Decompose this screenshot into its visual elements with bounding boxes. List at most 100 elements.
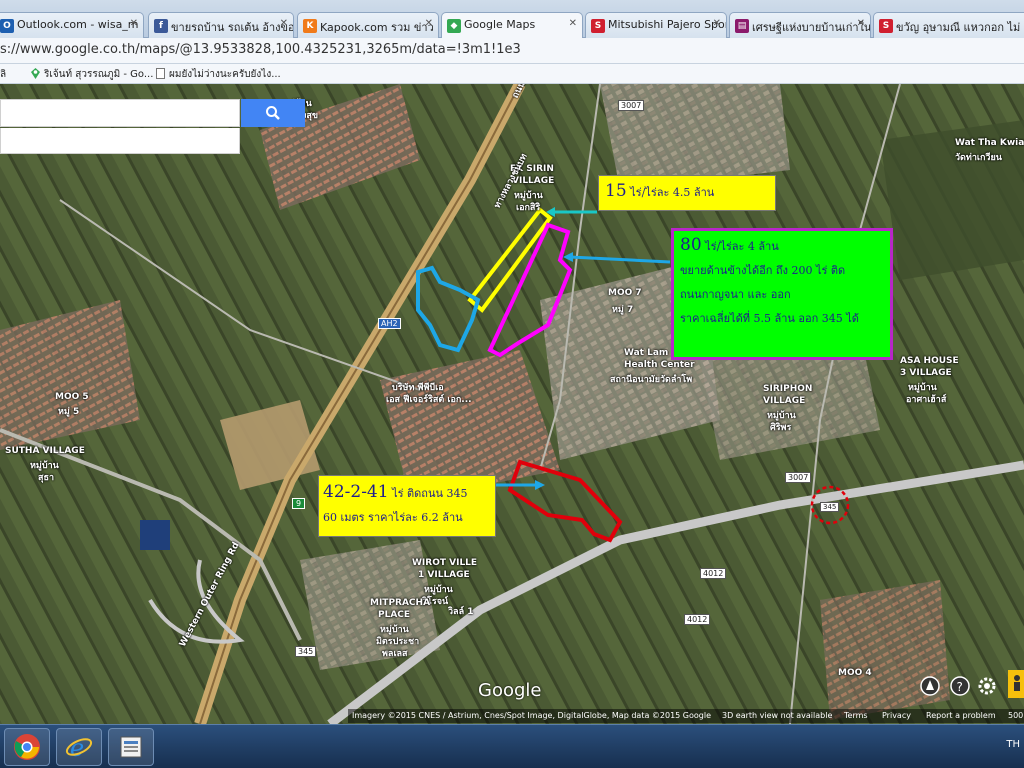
- map-label: พลเลส: [382, 649, 408, 659]
- note-line: ขยายด้านข้างได้อีก ถึง 200 ไร่ ติด: [680, 264, 846, 277]
- chrome-icon: [14, 734, 40, 760]
- tab-label: Outlook.com - wisa_m: [17, 18, 139, 31]
- scale-label: 500: [1008, 711, 1024, 720]
- map-label: WIROT VILLE: [412, 558, 478, 568]
- map-label: SUTHA VILLAGE: [5, 446, 85, 456]
- map-label: Wat Tha Kwian: [955, 138, 1024, 148]
- tab-outlook[interactable]: O Outlook.com - wisa_m ✕: [0, 12, 144, 38]
- tab-label: ขวัญ อุษามณี แหวกอก ไม่: [896, 21, 1021, 34]
- note-area: 15: [605, 181, 627, 201]
- close-icon[interactable]: ✕: [857, 18, 865, 29]
- tab-label: Kapook.com รวม ข่าว แ: [320, 21, 439, 34]
- bookmark-item[interactable]: ริเจ้นท์ สุวรรณภูมิ - Go...: [30, 67, 153, 82]
- price-note-42-rai: 42-2-41 ไร่ ติดถนน 345 60 เมตร ราคาไร่ละ…: [318, 475, 496, 537]
- tab-mitsubishi[interactable]: S Mitsubishi Pajero Spor ✕: [585, 12, 727, 38]
- tab-google-maps[interactable]: ◆ Google Maps ✕: [441, 12, 583, 39]
- tab-sanook[interactable]: S ขวัญ อุษามณี แหวกอก ไม่: [873, 12, 1024, 38]
- note-area: 42-2-41: [323, 482, 389, 502]
- road-shield: 345: [295, 646, 317, 657]
- help-icon[interactable]: ?: [950, 676, 970, 696]
- map-label: MOO 4: [838, 668, 872, 678]
- bookmark-item[interactable]: ลิ: [0, 67, 6, 82]
- map-label: MITPRACHA: [370, 598, 431, 608]
- compass-icon[interactable]: [920, 676, 940, 696]
- map-label: PLACE: [378, 610, 411, 620]
- map-label: วิลล์ 1: [448, 607, 474, 617]
- tab-thai-news[interactable]: ▤ เศรษฐีแห่งบายบ้านเก่าในแ ✕: [729, 12, 871, 38]
- taskbar-internet-explorer[interactable]: e: [56, 728, 102, 766]
- privacy-link[interactable]: Privacy: [882, 711, 911, 720]
- bookmarks-bar: ลิ ริเจ้นท์ สุวรรณภูมิ - Go... ผมยังไม่ว…: [0, 64, 1024, 84]
- close-icon[interactable]: ✕: [569, 18, 577, 29]
- map-label: 3 VILLAGE: [900, 368, 952, 378]
- explorer-icon: [120, 736, 142, 758]
- map-label: MOO 7: [608, 288, 642, 298]
- map-label: ศิริพร: [770, 423, 792, 433]
- map-label: SIRIPHON: [763, 384, 813, 394]
- news-icon: ▤: [735, 19, 749, 33]
- language-indicator[interactable]: TH: [1006, 739, 1020, 750]
- google-maps-icon: ◆: [447, 19, 461, 33]
- note-road: ไร่ ติดถนน 345: [388, 487, 468, 500]
- map-label: เอกสิริ: [516, 203, 541, 213]
- road-shield: 4012: [700, 568, 727, 579]
- close-icon[interactable]: ✕: [130, 18, 138, 29]
- svg-text:?: ?: [957, 680, 963, 694]
- tab-label: Mitsubishi Pajero Spor: [608, 18, 727, 31]
- report-problem-link[interactable]: Report a problem: [926, 711, 996, 720]
- note-line: 60 เมตร ราคาไร่ละ 6.2 ล้าน: [323, 511, 463, 524]
- address-bar: s://www.google.co.th/maps/@13.9533828,10…: [0, 38, 1024, 64]
- map-attribution-bar: Imagery ©2015 CNES / Astrium, Cnes/Spot …: [348, 709, 1024, 723]
- imagery-attribution: Imagery ©2015 CNES / Astrium, Cnes/Spot …: [352, 711, 712, 720]
- map-label: Wat Lam: [624, 348, 669, 358]
- terms-link[interactable]: Terms: [844, 711, 868, 720]
- map-label: เอส ฟีเจอร์ริสต์ เอก...: [386, 395, 472, 405]
- road-shield: AH2: [378, 318, 401, 329]
- ie-icon: e: [65, 734, 93, 761]
- map-label: หมู่ 7: [612, 305, 634, 315]
- taskbar-chrome[interactable]: [4, 728, 50, 766]
- browser-tab-bar: O Outlook.com - wisa_m ✕ f ขายรถบ้าน รถเ…: [0, 0, 1024, 39]
- map-label: Health Center: [624, 360, 695, 370]
- note-area: 80: [680, 235, 702, 255]
- road-shield: 4012: [684, 614, 711, 625]
- map-label: VILLAGE: [763, 396, 806, 406]
- url-input[interactable]: s://www.google.co.th/maps/@13.9533828,10…: [0, 42, 521, 57]
- earth-view-notice: 3D earth view not available: [722, 711, 833, 720]
- map-label: สถานีอนามัยวัดลำโพ: [610, 375, 693, 385]
- page-icon: [156, 68, 165, 79]
- road-shield: 345: [820, 502, 840, 512]
- search-button[interactable]: [241, 99, 305, 127]
- search-suggestions-panel: [0, 128, 240, 154]
- tab-facebook[interactable]: f ขายรถบ้าน รถเต้น อ้างของ ✕: [148, 12, 294, 38]
- close-icon[interactable]: ✕: [280, 18, 288, 29]
- gear-icon[interactable]: [977, 676, 997, 696]
- note-line: ราคาเฉลี่ยได้ที่ 5.5 ล้าน ออก 345 ได้: [680, 312, 859, 325]
- map-label: สุธา: [38, 473, 55, 483]
- search-icon: [266, 106, 280, 120]
- map-label: หมู่ 5: [58, 407, 80, 417]
- pegman-icon[interactable]: [1008, 670, 1024, 698]
- sanook-icon: S: [591, 19, 605, 33]
- price-note-80-rai: 80 ไร่/ไร่ละ 4 ล้าน ขยายด้านข้างได้อีก ถ…: [671, 228, 893, 360]
- bookmark-item[interactable]: ผมยังไม่ว่างนะครับยังไง...: [155, 67, 281, 82]
- taskbar-explorer[interactable]: [108, 728, 154, 766]
- tab-label: เศรษฐีแห่งบายบ้านเก่าในแ: [752, 21, 871, 34]
- close-icon[interactable]: ✕: [425, 18, 433, 29]
- facebook-icon: f: [154, 19, 168, 33]
- note-price: ไร่/ไร่ละ 4.5 ล้าน: [626, 186, 715, 199]
- search-input[interactable]: [0, 99, 240, 127]
- google-maps-icon: [31, 68, 40, 79]
- close-icon[interactable]: ✕: [713, 18, 721, 29]
- sanook-icon: S: [879, 19, 893, 33]
- road-shield: 3007: [785, 472, 812, 483]
- satellite-map[interactable]: 3007 AH2 9 3007 345 4012 4012 345 หมู่บ้…: [0, 84, 1024, 724]
- map-label: MOO 5: [55, 392, 89, 402]
- map-label: อาศาเฮ้าส์: [906, 395, 947, 405]
- tab-kapook[interactable]: K Kapook.com รวม ข่าว แ ✕: [297, 12, 439, 38]
- note-price: ไร่/ไร่ละ 4 ล้าน: [701, 240, 779, 253]
- map-label: 1 VILLAGE: [418, 570, 470, 580]
- map-label: ASA HOUSE: [900, 356, 959, 366]
- road-shield: 3007: [618, 100, 645, 111]
- windows-taskbar: e TH: [0, 724, 1024, 768]
